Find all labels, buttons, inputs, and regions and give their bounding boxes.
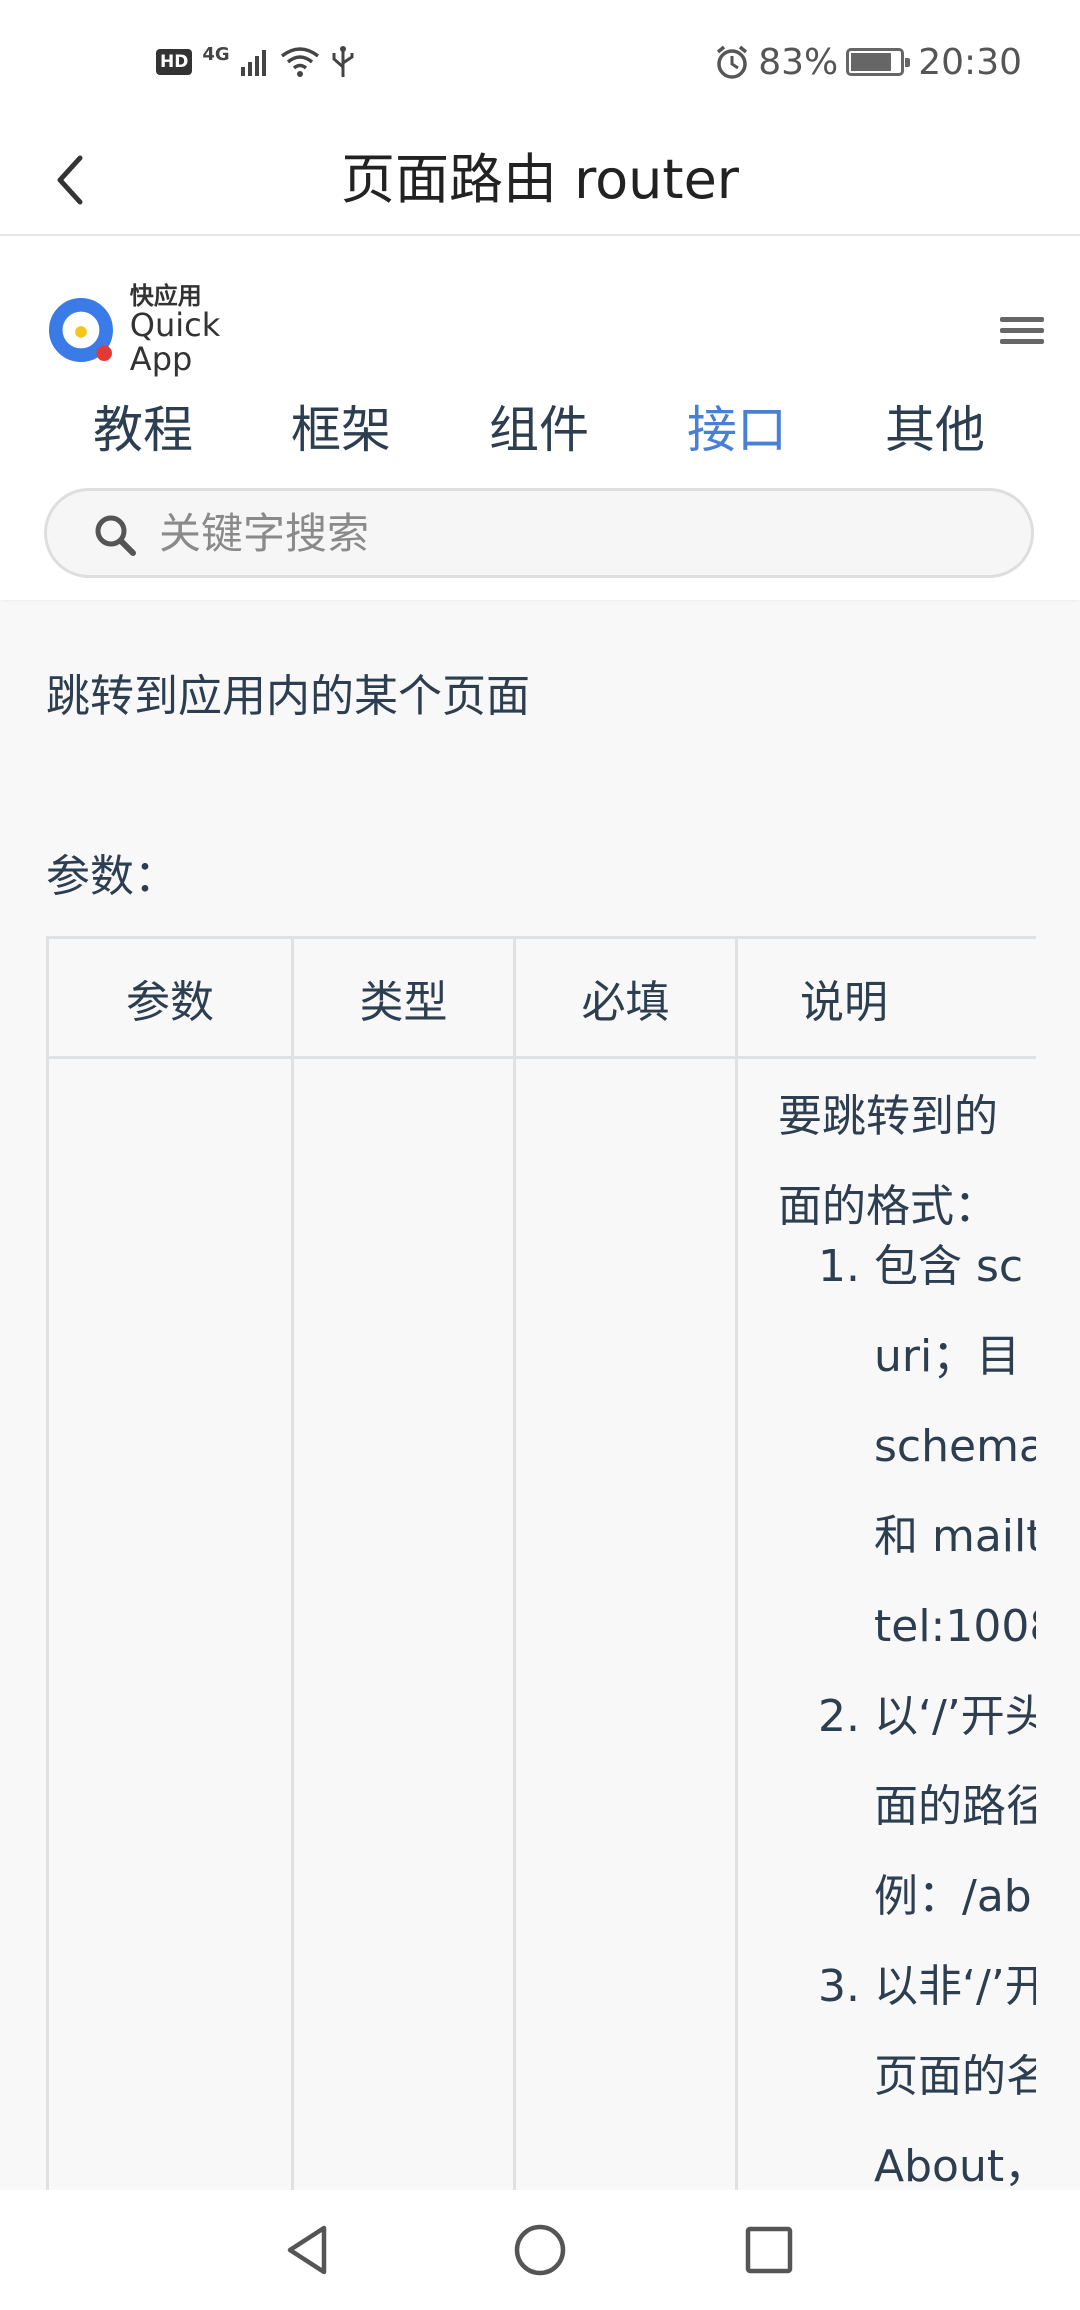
triangle-back-icon	[287, 2225, 327, 2275]
list-item-body: 包含 sc uri；目 schema 和 mailt tel:1008	[874, 1237, 1036, 1687]
chevron-left-icon	[57, 155, 83, 205]
page-title: 页面路由 router	[340, 148, 740, 211]
list-item-number: 3.	[818, 1961, 860, 2012]
description-line: uri；目	[874, 1331, 1021, 1382]
status-right-icons: 83% 20:30	[714, 38, 1022, 86]
battery-icon	[846, 48, 911, 76]
doc-content: 跳转到应用内的某个页面 参数： 参数 类型 必填 说明 要跳转到的 面的格式： …	[0, 602, 1080, 2190]
quick-app-logo-icon	[48, 298, 113, 362]
table-row: 要跳转到的 面的格式： 1. 包含 sc uri；目 schema 和 mail…	[46, 1056, 1036, 2190]
description-line: 例：/ab	[874, 1871, 1032, 1922]
table-header-cell: 类型	[291, 936, 516, 1059]
hd-icon: HD	[156, 49, 193, 75]
table-cell	[46, 1056, 294, 2190]
list-item-number: 2.	[818, 1691, 860, 1742]
description-line: tel:1008	[874, 1601, 1036, 1652]
nav-home-button[interactable]	[504, 2214, 576, 2286]
square-recent-icon	[745, 2226, 793, 2274]
top-nav: 教程 框架 组件 接口 其他	[0, 390, 1080, 470]
clock: 20:30	[918, 41, 1022, 83]
nav-item-framework[interactable]: 框架	[241, 390, 441, 470]
search-box[interactable]	[44, 488, 1034, 578]
status-bar: HD 4G 83% 20:30	[0, 0, 1080, 124]
list-item-number: 1.	[818, 1241, 860, 1292]
table-header-cell: 必填	[513, 936, 738, 1059]
usb-icon	[332, 46, 354, 77]
back-button[interactable]	[32, 142, 108, 218]
quick-app-logo[interactable]: 快应用 Quick App	[48, 283, 288, 375]
description-line: 和 mailt	[874, 1511, 1036, 1562]
menu-bar	[1000, 338, 1044, 344]
system-nav-bar	[0, 2190, 1080, 2310]
intro-text: 跳转到应用内的某个页面	[46, 671, 530, 722]
description-list: 1. 包含 sc uri；目 schema 和 mailt tel:1008	[778, 1237, 1036, 2190]
description-line: About，	[874, 2141, 1036, 2190]
nav-back-button[interactable]	[272, 2214, 344, 2286]
description-line: 要跳转到的	[778, 1091, 998, 1142]
params-table: 参数 类型 必填 说明 要跳转到的 面的格式： 1. 包含 sc uri；目 s…	[46, 936, 1036, 2190]
list-item: 2. 以‘/’开头 面的路径 例：/ab	[778, 1687, 1036, 1957]
battery-level	[851, 53, 892, 71]
logo-text-en: Quick App	[129, 306, 221, 378]
table-header-cell: 参数	[46, 936, 294, 1059]
description-line: 页面的名	[874, 2051, 1036, 2102]
description-line: 包含 sc	[874, 1241, 1024, 1292]
table-cell	[513, 1056, 738, 2190]
table-cell	[291, 1056, 516, 2190]
description-cell: 要跳转到的 面的格式： 1. 包含 sc uri；目 schema 和 mail…	[735, 1056, 1036, 2190]
network-type: 4G	[202, 44, 230, 65]
battery-percent: 83%	[758, 41, 839, 83]
nav-item-other[interactable]: 其他	[835, 390, 1035, 470]
description-line: 面的路径	[874, 1781, 1036, 1832]
search-icon	[95, 515, 136, 556]
nav-item-tutorial[interactable]: 教程	[43, 390, 243, 470]
list-item-body: 以‘/’开头 面的路径 例：/ab	[874, 1687, 1036, 1957]
description-line: 以非‘/’开	[874, 1961, 1036, 2012]
table-header-cell: 说明	[735, 936, 1036, 1059]
logo-text: 快应用 Quick App	[129, 283, 288, 378]
description-line: 以‘/’开头	[874, 1691, 1036, 1742]
params-label: 参数：	[46, 851, 178, 902]
list-item: 1. 包含 sc uri；目 schema 和 mailt tel:1008	[778, 1237, 1036, 1687]
description-line: schema	[874, 1421, 1036, 1472]
alarm-icon	[717, 45, 748, 79]
params-table-scroll[interactable]: 参数 类型 必填 说明 要跳转到的 面的格式： 1. 包含 sc uri；目 s…	[46, 936, 1036, 2190]
wifi-icon	[280, 47, 319, 77]
signal-icon	[240, 50, 266, 76]
hamburger-menu-icon[interactable]	[1000, 308, 1044, 352]
site-header: 快应用 Quick App 教程 框架 组件 接口 其他	[0, 238, 1080, 600]
search-input[interactable]	[159, 491, 979, 575]
description-line: 面的格式：	[778, 1181, 998, 1232]
circle-home-icon	[514, 2224, 566, 2276]
nav-item-components[interactable]: 组件	[439, 390, 639, 470]
nav-item-api[interactable]: 接口	[637, 390, 837, 470]
menu-bar	[1000, 316, 1044, 322]
list-item: 3. 以非‘/’开 页面的名 About，	[778, 1957, 1036, 2190]
list-item-body: 以非‘/’开 页面的名 About，	[874, 1957, 1036, 2190]
nav-recent-button[interactable]	[733, 2214, 805, 2286]
menu-bar	[1000, 327, 1044, 333]
status-left-icons: HD 4G	[156, 44, 356, 80]
title-bar: 页面路由 router	[0, 124, 1080, 236]
table-header-row: 参数 类型 必填 说明	[46, 936, 1036, 1059]
